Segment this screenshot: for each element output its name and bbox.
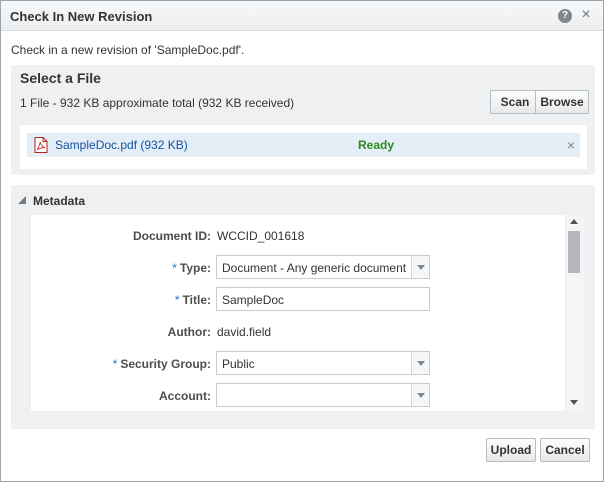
security-group-label: * Security Group: — [112, 357, 211, 371]
intro-text: Check in a new revision of 'SampleDoc.pd… — [11, 43, 245, 57]
scroll-down-arrow-icon[interactable] — [570, 400, 578, 405]
security-group-select[interactable]: Public — [216, 351, 430, 375]
title-input[interactable]: SampleDoc — [216, 287, 430, 311]
file-list: SampleDoc.pdf (932 KB) Ready × — [20, 125, 587, 169]
document-id-label: Document ID: — [133, 229, 211, 243]
scan-button[interactable]: Scan — [490, 90, 540, 114]
author-value: david.field — [217, 325, 272, 339]
metadata-panel: Metadata Document ID: WCCID_001618 * Type… — [11, 185, 595, 429]
cancel-button[interactable]: Cancel — [540, 438, 590, 462]
metadata-scrollbar[interactable] — [566, 215, 584, 411]
required-marker: * — [172, 261, 177, 275]
file-name-link[interactable]: SampleDoc.pdf (932 KB) — [55, 138, 188, 152]
dialog-titlebar: Check In New Revision ? × — [1, 1, 603, 31]
metadata-form: Document ID: WCCID_001618 * Type: Documen… — [31, 215, 565, 411]
chevron-down-icon[interactable] — [411, 384, 429, 406]
chevron-down-icon[interactable] — [411, 256, 429, 278]
help-icon[interactable]: ? — [558, 9, 572, 23]
browse-button[interactable]: Browse — [535, 90, 589, 114]
scroll-thumb[interactable] — [568, 231, 580, 273]
upload-button[interactable]: Upload — [486, 438, 536, 462]
select-file-panel: Select a File 1 File - 932 KB approximat… — [11, 65, 595, 175]
document-id-value: WCCID_001618 — [217, 229, 305, 243]
dialog-title: Check In New Revision — [10, 9, 153, 24]
file-status: Ready — [358, 138, 395, 152]
account-label: Account: — [159, 389, 211, 403]
account-select[interactable] — [216, 383, 430, 407]
metadata-title: Metadata — [33, 194, 86, 208]
required-marker: * — [174, 293, 180, 307]
collapse-caret-icon — [18, 196, 26, 204]
title-label: * Title: — [174, 293, 211, 307]
required-marker: * — [112, 357, 118, 371]
close-icon[interactable]: × — [579, 7, 593, 23]
remove-file-icon[interactable]: × — [565, 136, 577, 154]
select-file-title: Select a File — [20, 70, 101, 86]
check-in-dialog: Check In New Revision ? × Check in a new… — [0, 0, 604, 482]
author-label: Author: — [167, 325, 211, 339]
pdf-file-icon — [34, 137, 48, 153]
type-label: * Type: — [172, 261, 211, 275]
file-row: SampleDoc.pdf (932 KB) Ready × — [27, 133, 580, 157]
file-summary: 1 File - 932 KB approximate total (932 K… — [20, 96, 295, 110]
chevron-down-icon[interactable] — [411, 352, 429, 374]
type-select[interactable]: Document - Any generic document — [216, 255, 430, 279]
scroll-up-arrow-icon[interactable] — [570, 219, 578, 224]
